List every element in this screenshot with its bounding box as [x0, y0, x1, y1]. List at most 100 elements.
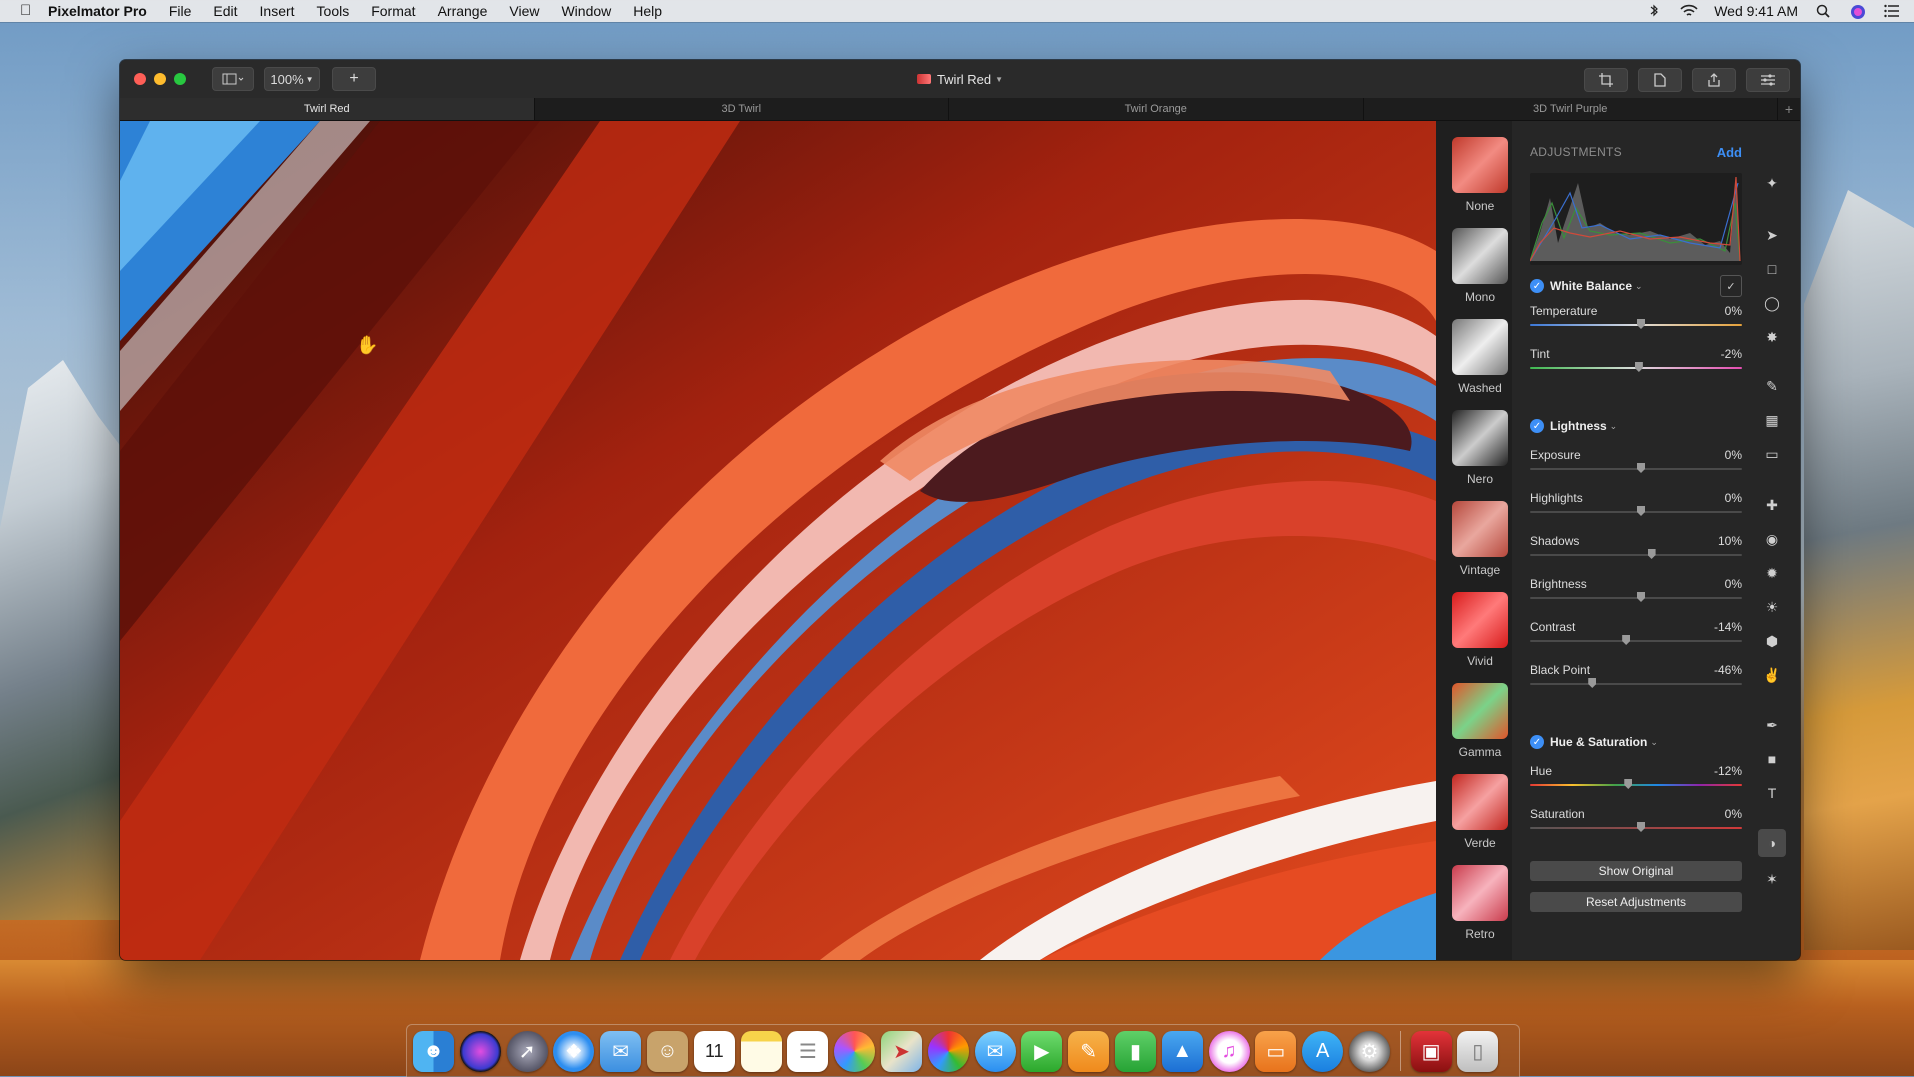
- eraser-icon[interactable]: ▭: [1762, 444, 1782, 464]
- siri-icon[interactable]: [459, 1030, 501, 1072]
- crop-button[interactable]: [1584, 68, 1628, 92]
- menu-window[interactable]: Window: [561, 3, 611, 19]
- format-button[interactable]: [1638, 68, 1682, 92]
- magic-wand-icon[interactable]: ✸: [1762, 327, 1782, 347]
- hue-saturation-header[interactable]: ✓ Hue & Saturation ⌄: [1530, 735, 1742, 749]
- shadows-track[interactable]: [1530, 554, 1742, 556]
- zoom-dropdown[interactable]: 100% ▼: [264, 67, 320, 91]
- contacts-icon[interactable]: ☺: [646, 1030, 688, 1072]
- hue-slider[interactable]: Hue -12%: [1530, 764, 1742, 800]
- smudge-icon[interactable]: ✌: [1762, 665, 1782, 685]
- black-point-value[interactable]: -46%: [1714, 663, 1742, 677]
- reset-adjustments-button[interactable]: Reset Adjustments: [1530, 892, 1742, 912]
- reminders-icon[interactable]: ☰: [787, 1030, 829, 1072]
- contrast-track[interactable]: [1530, 640, 1742, 642]
- mail-icon[interactable]: ✉: [600, 1030, 642, 1072]
- tab-3d-twirl-purple[interactable]: 3D Twirl Purple: [1364, 98, 1778, 120]
- maps-icon[interactable]: ➤: [880, 1030, 922, 1072]
- hue-track[interactable]: [1530, 784, 1742, 786]
- saturation-track[interactable]: [1530, 827, 1742, 829]
- menu-tools[interactable]: Tools: [317, 3, 350, 19]
- trash-icon[interactable]: ▯: [1457, 1030, 1499, 1072]
- lightness-header[interactable]: ✓ Lightness ⌄: [1530, 419, 1742, 433]
- menu-edit[interactable]: Edit: [213, 3, 237, 19]
- add-adjustment-button[interactable]: Add: [1717, 145, 1742, 160]
- brush-icon[interactable]: ✎: [1762, 376, 1782, 396]
- share-button[interactable]: [1692, 68, 1736, 92]
- tab-3d-twirl[interactable]: 3D Twirl: [535, 98, 949, 120]
- apple-menu-icon[interactable]: : [20, 3, 36, 19]
- exposure-value[interactable]: 0%: [1725, 448, 1742, 462]
- image-canvas[interactable]: ✋: [120, 121, 1436, 960]
- black-point-track[interactable]: [1530, 683, 1742, 685]
- fill-icon[interactable]: ▦: [1762, 410, 1782, 430]
- wifi-icon[interactable]: [1680, 4, 1698, 18]
- sponge-icon[interactable]: ⬢: [1762, 631, 1782, 651]
- checkmark-icon[interactable]: ✓: [1530, 419, 1544, 433]
- shape-icon[interactable]: ■: [1762, 749, 1782, 769]
- menu-view[interactable]: View: [509, 3, 539, 19]
- blur-icon[interactable]: ✹: [1762, 563, 1782, 583]
- exposure-track[interactable]: [1530, 468, 1742, 470]
- shadows-value[interactable]: 10%: [1718, 534, 1742, 548]
- tab-twirl-orange[interactable]: Twirl Orange: [949, 98, 1364, 120]
- preset-none[interactable]: None: [1450, 137, 1510, 213]
- notification-center-icon[interactable]: [1884, 4, 1900, 18]
- spotlight-search-icon[interactable]: [1816, 4, 1832, 18]
- preset-verde[interactable]: Verde: [1450, 774, 1510, 850]
- zoom-window-button[interactable]: [174, 73, 186, 85]
- launchpad-icon[interactable]: ➚: [506, 1030, 548, 1072]
- sidebar-toggle-button[interactable]: [212, 67, 254, 91]
- show-original-button[interactable]: Show Original: [1530, 861, 1742, 881]
- white-balance-header[interactable]: ✓ White Balance ⌄ ✓: [1530, 275, 1742, 297]
- color-adjust-icon[interactable]: ◑: [1758, 829, 1786, 857]
- preset-gamma[interactable]: Gamma: [1450, 683, 1510, 759]
- preset-vivid[interactable]: Vivid: [1450, 592, 1510, 668]
- contrast-value[interactable]: -14%: [1714, 620, 1742, 634]
- menu-format[interactable]: Format: [371, 3, 415, 19]
- pen-icon[interactable]: ✒: [1762, 715, 1782, 735]
- menubar-clock[interactable]: Wed 9:41 AM: [1714, 3, 1798, 19]
- pointer-icon[interactable]: ✦: [1762, 173, 1782, 193]
- photos-icon[interactable]: [834, 1030, 876, 1072]
- repair-icon[interactable]: ✚: [1762, 495, 1782, 515]
- checkmark-icon[interactable]: ✓: [1530, 735, 1544, 749]
- photo-booth-icon[interactable]: ▣: [1410, 1030, 1452, 1072]
- brightness-value[interactable]: 0%: [1725, 577, 1742, 591]
- facetime-icon[interactable]: ▶: [1021, 1030, 1063, 1072]
- tint-slider[interactable]: Tint -2%: [1530, 347, 1742, 383]
- close-window-button[interactable]: [134, 73, 146, 85]
- contrast-slider[interactable]: Contrast -14%: [1530, 620, 1742, 656]
- brightness-track[interactable]: [1530, 597, 1742, 599]
- eyedropper-icon[interactable]: ✓: [1720, 275, 1742, 297]
- bluetooth-status-icon[interactable]: [1646, 4, 1662, 18]
- numbers-icon[interactable]: ▮: [1114, 1030, 1156, 1072]
- highlights-track[interactable]: [1530, 511, 1742, 513]
- shadows-slider[interactable]: Shadows 10%: [1530, 534, 1742, 570]
- tab-twirl-red[interactable]: Twirl Red: [120, 98, 535, 120]
- minimize-window-button[interactable]: [154, 73, 166, 85]
- notes-icon[interactable]: [740, 1030, 782, 1072]
- app-store-icon[interactable]: A: [1302, 1030, 1344, 1072]
- preset-nero[interactable]: Nero: [1450, 410, 1510, 486]
- itunes-icon[interactable]: ♫: [1208, 1030, 1250, 1072]
- effects-icon[interactable]: ✶: [1762, 869, 1782, 889]
- temperature-slider[interactable]: Temperature 0%: [1530, 304, 1742, 340]
- keynote-icon[interactable]: ▲: [1161, 1030, 1203, 1072]
- preset-washed[interactable]: Washed: [1450, 319, 1510, 395]
- temperature-track[interactable]: [1530, 324, 1742, 326]
- exposure-slider[interactable]: Exposure 0%: [1530, 448, 1742, 484]
- arrow-icon[interactable]: ➤: [1762, 225, 1782, 245]
- menu-help[interactable]: Help: [633, 3, 662, 19]
- saturation-slider[interactable]: Saturation 0%: [1530, 807, 1742, 843]
- preset-vintage[interactable]: Vintage: [1450, 501, 1510, 577]
- new-tab-button[interactable]: +: [1778, 98, 1800, 120]
- lighten-icon[interactable]: ☀: [1762, 597, 1782, 617]
- highlights-slider[interactable]: Highlights 0%: [1530, 491, 1742, 527]
- menu-file[interactable]: File: [169, 3, 192, 19]
- saturation-value[interactable]: 0%: [1725, 807, 1742, 821]
- tint-value[interactable]: -2%: [1721, 347, 1742, 361]
- pixelmator-icon[interactable]: [927, 1030, 969, 1072]
- rect-select-icon[interactable]: □: [1762, 259, 1782, 279]
- sidebar-settings-button[interactable]: [1746, 68, 1790, 92]
